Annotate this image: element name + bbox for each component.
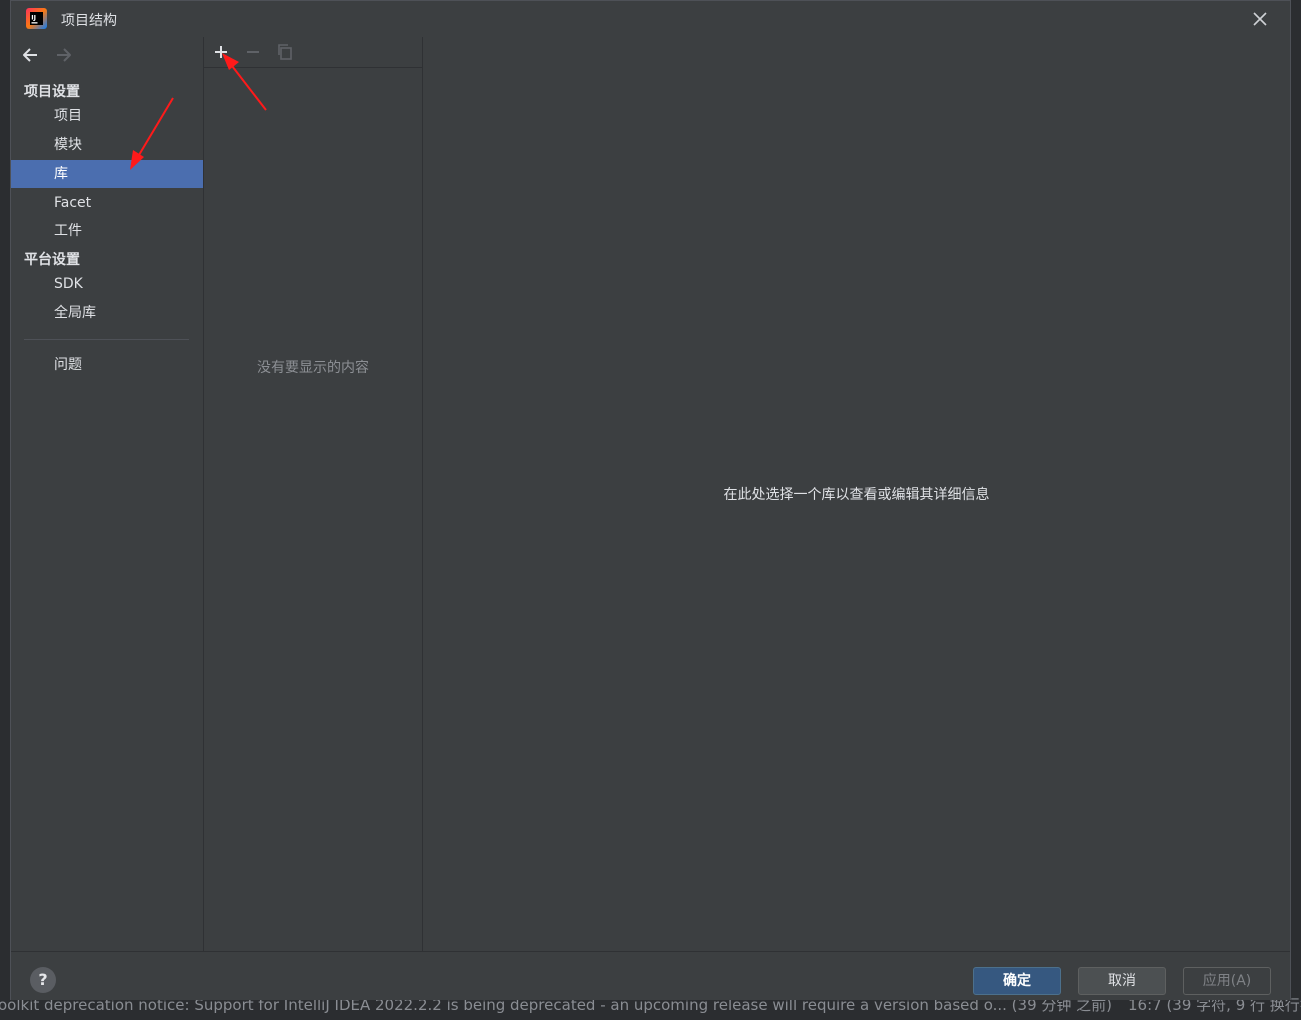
ok-button[interactable]: 确定 [973,967,1061,995]
close-icon[interactable] [1250,9,1270,29]
minus-icon[interactable] [244,43,262,61]
sidebar-item-project[interactable]: 项目 [11,102,203,130]
arrow-right-icon[interactable] [52,45,74,65]
details-panel: 在此处选择一个库以查看或编辑其详细信息 [423,37,1290,951]
library-list-panel: 没有要显示的内容 [204,37,423,951]
title-bar: IJ 项目结构 [11,1,1290,37]
empty-list-text: 没有要显示的内容 [257,360,369,376]
window-title: 项目结构 [61,13,117,29]
dialog-footer: ? 确定 取消 应用(A) [11,951,1290,1000]
details-placeholder: 在此处选择一个库以查看或编辑其详细信息 [723,487,990,503]
settings-sidebar: 项目设置 项目 模块 库 Facet 工件 平台设置 SDK 全局库 问题 [11,37,204,951]
sidebar-item-modules[interactable]: 模块 [11,131,203,159]
copy-icon[interactable] [276,43,294,61]
list-toolbar [204,37,422,68]
section-heading-platform-settings: 平台设置 [24,252,80,268]
sidebar-item-libraries[interactable]: 库 [11,160,203,188]
sidebar-divider [24,339,189,340]
apply-button[interactable]: 应用(A) [1183,967,1271,995]
sidebar-item-facets[interactable]: Facet [11,189,203,217]
intellij-idea-icon: IJ [26,8,47,29]
sidebar-item-global-libraries[interactable]: 全局库 [11,299,203,327]
sidebar-item-sdk[interactable]: SDK [11,270,203,298]
section-heading-project-settings: 项目设置 [24,84,80,100]
sidebar-item-problems[interactable]: 问题 [11,351,203,379]
arrow-left-icon[interactable] [20,45,42,65]
project-structure-dialog: IJ 项目结构 项目设置 项目 模块 库 Facet 工件 平台设置 SDK 全… [10,0,1291,1000]
plus-icon[interactable] [212,43,230,61]
help-button[interactable]: ? [30,967,56,993]
cancel-button[interactable]: 取消 [1078,967,1166,995]
background-ide-right [1291,0,1301,1020]
svg-text:IJ: IJ [31,14,36,22]
sidebar-item-artifacts[interactable]: 工件 [11,217,203,245]
